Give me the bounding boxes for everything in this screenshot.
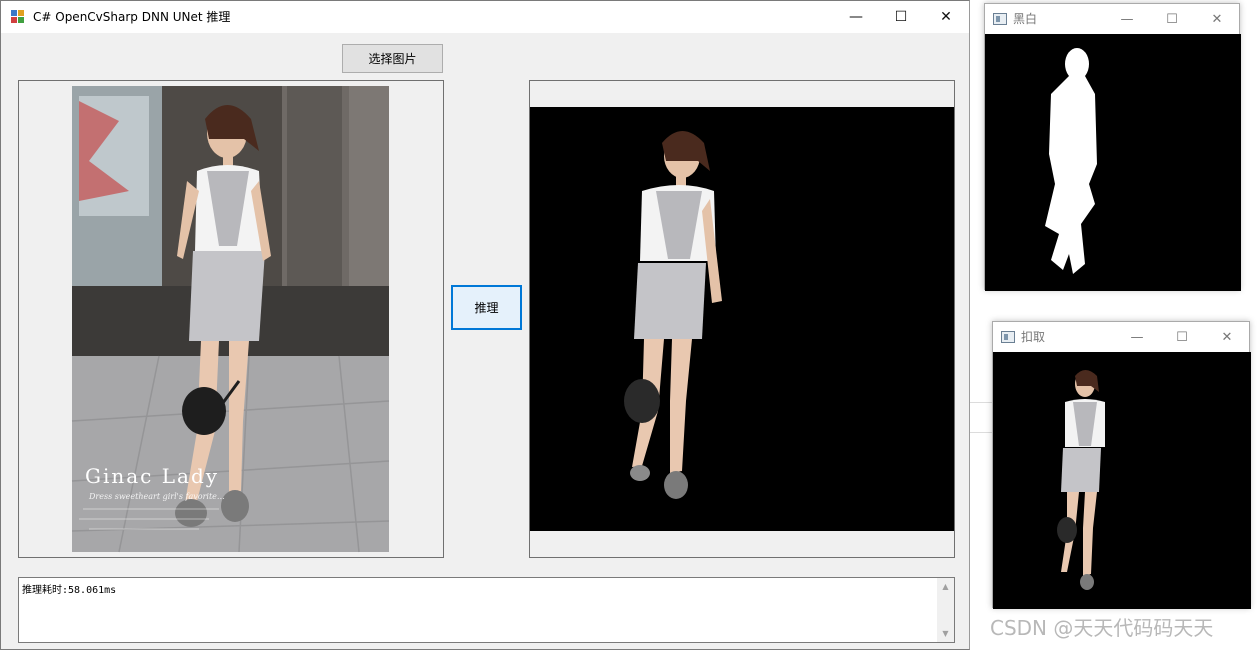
- result-photo: [530, 107, 954, 531]
- desktop-line: [970, 402, 992, 403]
- title-bar[interactable]: C# OpenCvSharp DNN UNet 推理 — ☐ ✕: [1, 1, 969, 33]
- select-image-button[interactable]: 选择图片: [342, 44, 443, 73]
- window-icon: [993, 13, 1007, 25]
- window-icon: [1001, 331, 1015, 343]
- close-button[interactable]: ✕: [923, 1, 969, 33]
- cutout-window-title-bar[interactable]: 扣取 — ☐ ✕: [993, 322, 1249, 352]
- minimize-button[interactable]: —: [833, 1, 879, 33]
- photo-brand-text: Ginac Lady: [85, 464, 219, 488]
- cutout-image: [993, 352, 1251, 609]
- close-button[interactable]: ✕: [1194, 4, 1240, 34]
- close-button[interactable]: ✕: [1204, 322, 1250, 352]
- inference-time-text: 推理耗时:58.061ms: [22, 585, 117, 596]
- result-image-box: [529, 80, 955, 558]
- photo-tagline-text: Dress sweetheart girl's favorite…: [88, 492, 225, 501]
- mask-window: 黑白 — ☐ ✕: [984, 3, 1241, 291]
- mask-window-title-bar[interactable]: 黑白 — ☐ ✕: [985, 4, 1239, 34]
- minimize-button[interactable]: —: [1104, 4, 1150, 34]
- scroll-up-icon[interactable]: ▲: [937, 578, 954, 595]
- infer-button[interactable]: 推理: [451, 285, 522, 330]
- maximize-button[interactable]: ☐: [1149, 4, 1195, 34]
- csdn-watermark: CSDN @天天代码码天天: [990, 616, 1214, 640]
- result-textbox[interactable]: 推理耗时:58.061ms ▲ ▼: [18, 577, 955, 643]
- cutout-window: 扣取 — ☐ ✕: [992, 321, 1251, 609]
- source-photo: Ginac Lady Dress sweetheart girl's favor…: [71, 86, 390, 553]
- mask-image: [985, 34, 1241, 291]
- scroll-down-icon[interactable]: ▼: [937, 625, 954, 642]
- app-icon: [11, 10, 25, 24]
- maximize-button[interactable]: ☐: [878, 1, 924, 33]
- vertical-scrollbar[interactable]: ▲ ▼: [937, 578, 954, 642]
- cutout-window-title: 扣取: [1021, 330, 1046, 344]
- main-window: C# OpenCvSharp DNN UNet 推理 — ☐ ✕ 选择图片 Gi…: [0, 0, 970, 650]
- mask-window-title: 黑白: [1013, 12, 1038, 26]
- desktop-line: [970, 432, 992, 433]
- minimize-button[interactable]: —: [1114, 322, 1160, 352]
- window-title: C# OpenCvSharp DNN UNet 推理: [33, 10, 231, 24]
- source-image-box: Ginac Lady Dress sweetheart girl's favor…: [18, 80, 444, 558]
- maximize-button[interactable]: ☐: [1159, 322, 1205, 352]
